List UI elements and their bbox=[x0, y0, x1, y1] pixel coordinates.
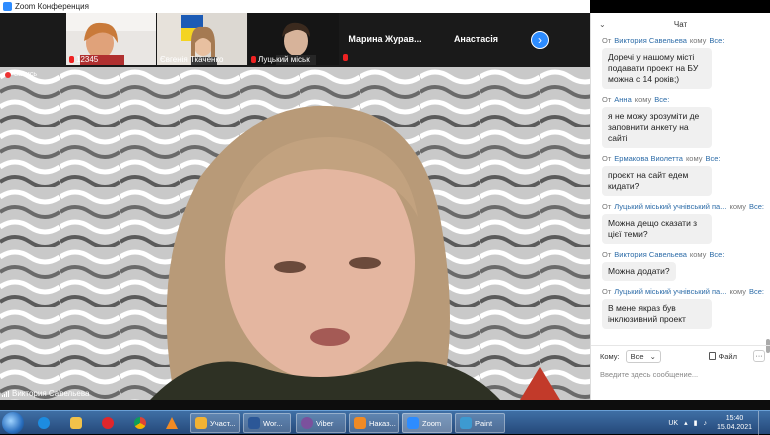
chat-message: От Луцький міський учнівський па... кому Вс… bbox=[591, 286, 767, 329]
zoom-icon bbox=[407, 417, 419, 429]
message-sender[interactable]: Луцький міський учнівський па... bbox=[614, 286, 726, 297]
speaker-video-frame bbox=[0, 67, 590, 400]
chat-message: От Виктория Савельева кому Все: Доречі у на… bbox=[591, 35, 767, 89]
start-button[interactable] bbox=[2, 412, 24, 434]
file-icon bbox=[708, 352, 716, 360]
explorer-icon[interactable] bbox=[62, 413, 90, 433]
participant-name: Анастасія bbox=[453, 34, 499, 44]
next-page-button[interactable]: › bbox=[531, 31, 549, 49]
recipient-label: Кому: bbox=[600, 351, 620, 361]
participant-name: Євгенія Ткаченко bbox=[160, 55, 224, 64]
zoom-logo-icon bbox=[3, 2, 12, 11]
chat-message: От Луцький міський учнівський па... кому Вс… bbox=[591, 201, 767, 244]
volume-icon[interactable]: ♪ bbox=[703, 420, 707, 427]
chat-message: От Ермакова Виолетта кому Все: проєкт на са… bbox=[591, 153, 767, 196]
window-title: Zoom Конференция bbox=[15, 2, 89, 11]
participant-strip: 12345 Євгенія Ткаченко Луцький міськ Мар… bbox=[0, 13, 590, 67]
message-text: В мене якраз був інклюзивний проект bbox=[602, 299, 712, 329]
document-icon bbox=[354, 417, 366, 429]
participant-tile[interactable]: Луцький міськ bbox=[248, 13, 339, 65]
app-icon bbox=[195, 417, 207, 429]
paint-icon bbox=[460, 417, 472, 429]
taskbar-clock[interactable]: 15:40 15.04.2021 bbox=[717, 414, 752, 432]
viber-icon bbox=[301, 417, 313, 429]
chat-header: ⌄ Чат bbox=[591, 13, 770, 35]
taskbar-app-zoom[interactable]: Zoom bbox=[402, 413, 452, 433]
word-icon bbox=[248, 417, 260, 429]
message-text: я не можу зрозуміти де заповнити анкету … bbox=[602, 107, 712, 148]
chevron-right-icon: › bbox=[538, 33, 542, 47]
chat-scrollbar[interactable] bbox=[766, 35, 770, 353]
message-text: Доречі у нашому місті подавати проект на… bbox=[602, 48, 712, 89]
tray-arrow-icon[interactable]: ▴ bbox=[684, 419, 688, 427]
participant-tile[interactable]: Анастасія bbox=[431, 13, 521, 65]
participant-name: Луцький міськ bbox=[251, 55, 310, 64]
message-sender[interactable]: Луцький міський учнівський па... bbox=[614, 201, 726, 212]
message-sender[interactable]: Виктория Савельева bbox=[614, 249, 687, 260]
opera-icon[interactable] bbox=[94, 413, 122, 433]
taskbar-app-participants[interactable]: Участ... bbox=[190, 413, 240, 433]
window-titlebar: Zoom Конференция bbox=[0, 0, 590, 13]
message-text: Можна додати? bbox=[602, 262, 676, 281]
signal-strength-icon bbox=[2, 390, 9, 397]
chat-more-button[interactable]: ··· bbox=[753, 350, 765, 362]
recipient-select[interactable]: Все ⌄ bbox=[625, 349, 661, 363]
participant-tile[interactable]: 12345 bbox=[66, 13, 156, 65]
participant-tile[interactable]: Марина Журав... bbox=[340, 13, 430, 65]
taskbar-app-word[interactable]: Wor... bbox=[243, 413, 291, 433]
file-button[interactable]: Файл bbox=[708, 352, 737, 361]
chat-panel: ⌄ Чат От Виктория Савельева кому Все: Дореч… bbox=[590, 13, 770, 400]
show-desktop-button[interactable] bbox=[758, 411, 766, 435]
chat-message: От Виктория Савельева кому Все: Можна додат… bbox=[591, 249, 767, 281]
system-tray: UK ▴ ▮ ♪ 15:40 15.04.2021 bbox=[668, 411, 770, 435]
recording-indicator: Запись bbox=[5, 71, 37, 78]
participant-tile[interactable]: Євгенія Ткаченко bbox=[157, 13, 247, 65]
record-dot-icon bbox=[5, 71, 11, 78]
video-bottom-bar bbox=[0, 400, 770, 410]
active-speaker-video[interactable]: Запись Виктория Савельева bbox=[0, 67, 590, 400]
message-sender[interactable]: Ермакова Виолетта bbox=[614, 153, 683, 164]
vlc-icon[interactable] bbox=[158, 413, 186, 433]
chat-footer: Кому: Все ⌄ Файл ··· Введите здесь сообще… bbox=[591, 345, 770, 400]
network-icon[interactable]: ▮ bbox=[694, 419, 698, 427]
mic-muted-icon bbox=[251, 56, 256, 63]
chat-message: От Анна кому Все: я не можу зрозуміти де за… bbox=[591, 94, 767, 148]
message-text: Можна дещо сказати з цієї теми? bbox=[602, 214, 712, 244]
recording-label: Запись bbox=[14, 71, 37, 78]
taskbar-app-paint[interactable]: Paint bbox=[455, 413, 505, 433]
chat-message-input[interactable]: Введите здесь сообщение... bbox=[600, 366, 770, 382]
message-sender[interactable]: Виктория Савельева bbox=[614, 35, 687, 46]
taskbar-app-document[interactable]: Наказ... bbox=[349, 413, 399, 433]
mic-muted-icon bbox=[343, 54, 348, 61]
mic-muted-icon bbox=[69, 56, 74, 63]
chat-title: Чат bbox=[673, 19, 688, 29]
participant-name: 12345 bbox=[69, 55, 98, 64]
participant-name: Марина Журав... bbox=[348, 34, 422, 44]
chrome-icon[interactable] bbox=[126, 413, 154, 433]
language-indicator[interactable]: UK bbox=[668, 420, 678, 427]
chat-messages[interactable]: От Виктория Савельева кому Все: Доречі у на… bbox=[591, 35, 767, 353]
taskbar-app-viber[interactable]: Viber bbox=[296, 413, 346, 433]
chevron-down-icon: ⌄ bbox=[649, 351, 656, 361]
windows-taskbar: Участ... Wor... Viber Наказ... Zoom Pain… bbox=[0, 410, 770, 435]
chevron-down-icon[interactable]: ⌄ bbox=[599, 20, 606, 29]
message-sender[interactable]: Анна bbox=[614, 94, 631, 105]
ie-icon[interactable] bbox=[30, 413, 58, 433]
active-speaker-name: Виктория Савельева bbox=[2, 389, 89, 398]
message-text: проєкт на сайт едем кидати? bbox=[602, 166, 712, 196]
